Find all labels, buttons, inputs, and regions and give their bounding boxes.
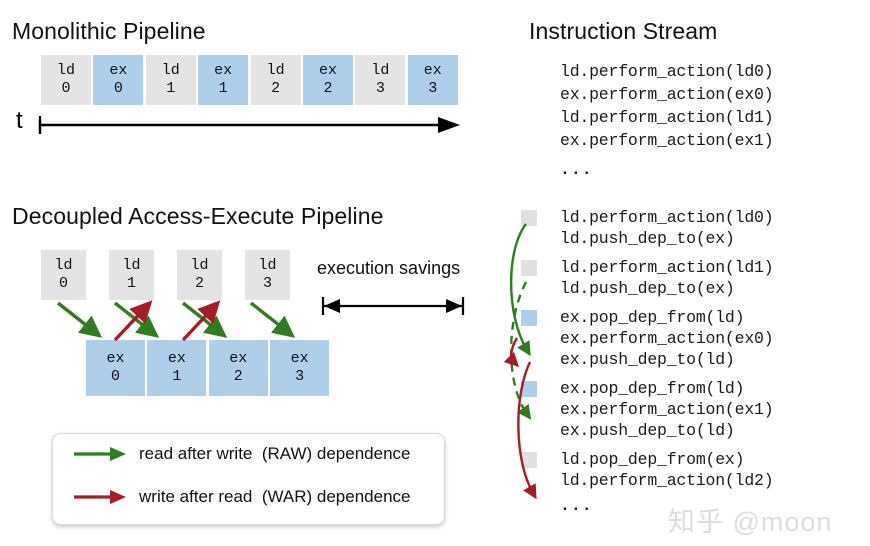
decoupled-ld-stage-3: ld 3 <box>245 250 290 300</box>
code-line: ex.perform_action(ex1) <box>560 400 774 419</box>
stage-ld-1: ld 1 <box>145 55 196 105</box>
stage-ex-0: ex 0 <box>93 55 144 105</box>
stream-war-arrow-long <box>517 361 537 500</box>
code-line: ex.perform_action(ex1) <box>560 131 774 150</box>
execution-savings-measure <box>321 297 465 315</box>
decoupled-ex-stage-row: ex 0 ex 1 ex 2 ex 3 <box>86 340 330 396</box>
stage-index-label: 1 <box>166 80 176 97</box>
stage-index-label: 2 <box>271 80 281 97</box>
stage-index-label: 2 <box>233 368 243 385</box>
code-line: ld.perform_action(ld1) <box>560 108 774 127</box>
instruction-stream-title: Instruction Stream <box>529 18 718 44</box>
code-line: ld.perform_action(ld0) <box>560 208 774 227</box>
stage-index-label: 0 <box>58 275 68 292</box>
stage-index-label: 0 <box>113 80 123 97</box>
stage-kind-label: ld <box>266 62 285 79</box>
decoupled-ex-stage-3: ex 3 <box>270 340 330 396</box>
decoupled-ex-stage-0: ex 0 <box>86 340 145 396</box>
code-line: ex.pop_dep_from(ld) <box>560 308 745 327</box>
stage-index-label: 3 <box>375 80 385 97</box>
stage-kind-label: ex <box>229 350 248 367</box>
stage-kind-label: ex <box>290 350 309 367</box>
decoupled-pipeline-title: Decoupled Access-Execute Pipeline <box>12 203 384 229</box>
time-axis-label: t <box>16 107 23 134</box>
code-line: ld.pop_dep_from(ex) <box>560 450 745 469</box>
code-line: ex.perform_action(ex0) <box>560 329 774 348</box>
stage-kind-label: ld <box>56 62 75 79</box>
watermark: 知乎 @moon <box>668 507 833 537</box>
code-line: ex.push_dep_to(ld) <box>560 421 735 440</box>
decoupled-ex-stage-2: ex 2 <box>208 340 268 396</box>
stage-kind-label: ex <box>106 350 125 367</box>
legend-label-war: write after read (WAR) dependence <box>139 487 411 506</box>
decoupled-ld-stage-row: ld 0 ld 1 ld 2 ld 3 <box>41 250 290 300</box>
stage-ex-3: ex 3 <box>407 55 458 105</box>
stage-index-label: 2 <box>194 275 204 292</box>
execution-savings-label: execution savings <box>317 258 461 278</box>
monolithic-pipeline-title: Monolithic Pipeline <box>12 18 206 44</box>
stage-kind-label: ex <box>167 350 186 367</box>
stage-index-label: 3 <box>295 368 305 385</box>
stage-kind-label: ld <box>54 257 73 274</box>
code-line: ld.push_dep_to(ex) <box>560 279 735 298</box>
stage-ld-2: ld 2 <box>250 55 301 105</box>
decoupled-ld-stage-1: ld 1 <box>109 250 154 300</box>
stage-kind-label: ld <box>190 257 209 274</box>
stage-kind-label: ld <box>258 257 277 274</box>
stage-index-label: 2 <box>323 80 333 97</box>
code-line: ld.perform_action(ld1) <box>560 258 774 277</box>
stage-kind-label: ex <box>109 62 128 79</box>
raw-arrow-icon <box>74 447 126 461</box>
stage-index-label: 0 <box>110 368 120 385</box>
decoupled-ld-stage-0: ld 0 <box>41 250 86 300</box>
stage-ex-1: ex 1 <box>198 55 249 105</box>
stage-kind-label: ex <box>214 62 233 79</box>
legend-label-raw: read after write (RAW) dependence <box>139 444 411 463</box>
code-line: ex.perform_action(ex0) <box>560 85 774 104</box>
code-line: ld.perform_action(ld0) <box>560 62 774 81</box>
code-line: ex.push_dep_to(ld) <box>560 350 735 369</box>
decoupled-ld-stage-2: ld 2 <box>177 250 222 300</box>
dependence-arrows-group <box>56 300 296 342</box>
stage-kind-label: ex <box>423 62 442 79</box>
code-line: ld.perform_action(ld2) <box>560 471 774 490</box>
stage-ex-2: ex 2 <box>303 55 353 105</box>
raw-arrow-3 <box>249 301 296 338</box>
raw-arrow-0 <box>56 301 103 338</box>
code-ellipsis: ... <box>560 160 593 179</box>
stage-index-label: 0 <box>61 80 71 97</box>
code-line: ex.pop_dep_from(ld) <box>560 379 745 398</box>
code-line: ld.push_dep_to(ex) <box>560 229 735 248</box>
time-axis-arrow <box>38 116 460 134</box>
stage-index-label: 1 <box>218 80 228 97</box>
stage-ld-3: ld 3 <box>355 55 406 105</box>
stage-kind-label: ex <box>318 62 337 79</box>
stage-kind-label: ld <box>161 62 180 79</box>
stage-index-label: 3 <box>262 275 272 292</box>
decoupled-ex-stage-1: ex 1 <box>147 340 207 396</box>
legend-entry-war: write after read (WAR) dependence <box>72 486 411 508</box>
legend-entry-raw: read after write (RAW) dependence <box>72 443 411 465</box>
stage-index-label: 1 <box>126 275 136 292</box>
monolithic-stage-row: ld 0 ex 0 ld 1 ex 1 ld 2 ex 2 ld 3 ex 3 <box>41 55 458 105</box>
war-arrow-icon <box>74 490 126 504</box>
stage-index-label: 3 <box>428 80 438 97</box>
stage-kind-label: ld <box>371 62 390 79</box>
stage-kind-label: ld <box>122 257 141 274</box>
stage-ld-0: ld 0 <box>41 55 91 105</box>
stage-index-label: 1 <box>172 368 182 385</box>
stream-dependence-arrows <box>503 223 537 500</box>
legend-box: read after write (RAW) dependence write … <box>52 433 445 525</box>
diagram-canvas: Monolithic Pipeline ld 0 ex 0 ld 1 ex 1 ld 2 ex 2 ld… <box>0 0 870 546</box>
